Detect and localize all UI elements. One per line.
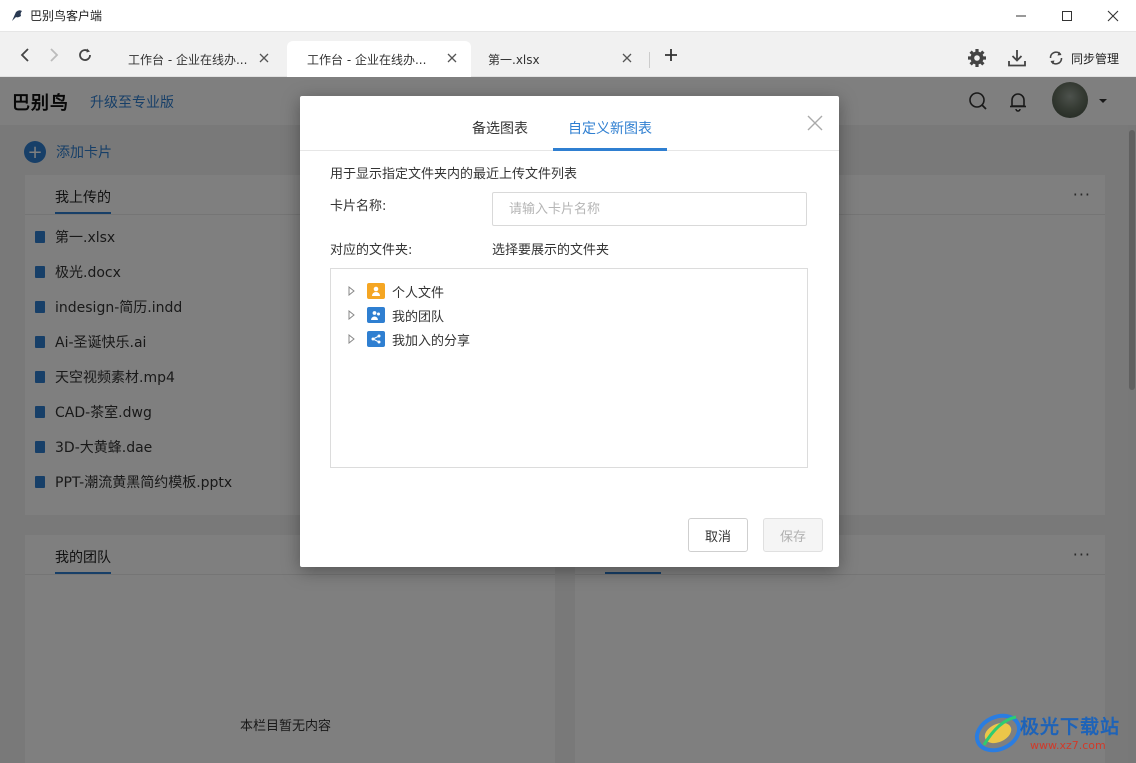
window-controls [998, 0, 1136, 32]
tab-label: 工作台 - 企业在线办... [307, 52, 427, 67]
caret-right-icon[interactable] [347, 286, 355, 296]
card-name-label: 卡片名称: [330, 199, 387, 214]
cancel-button[interactable]: 取消 [688, 518, 748, 552]
folder-label: 对应的文件夹: [330, 243, 413, 258]
tab-preset-charts[interactable]: 备选图表 [472, 118, 528, 138]
folder-tree: 个人文件 我的团队 我加入的分享 [330, 268, 808, 468]
download-icon [1008, 50, 1026, 67]
sync-icon [1049, 51, 1063, 65]
watermark-text: 极光下载站 [1020, 716, 1121, 738]
caret-right-icon[interactable] [347, 310, 355, 320]
back-button[interactable] [16, 46, 34, 64]
active-tab-indicator [553, 148, 667, 151]
close-tab-icon[interactable] [257, 51, 271, 65]
tree-item-shared[interactable]: 我加入的分享 [347, 329, 470, 349]
tree-item-personal[interactable]: 个人文件 [347, 281, 444, 301]
new-tab-button[interactable] [662, 46, 680, 64]
maximize-button[interactable] [1044, 0, 1090, 32]
reload-button[interactable] [76, 46, 94, 64]
sync-manage-button[interactable]: 同步管理 [1047, 48, 1136, 68]
card-name-input[interactable] [492, 192, 807, 226]
title-bar: 巴别鸟客户端 [0, 0, 1136, 32]
tab-label: 第一.xlsx [488, 52, 540, 67]
tab-custom-chart[interactable]: 自定义新图表 [568, 118, 652, 138]
tab-label: 工作台 - 企业在线办... [128, 52, 248, 67]
tree-label: 我的团队 [392, 309, 445, 325]
minimize-icon [1016, 15, 1026, 17]
tree-label: 个人文件 [392, 285, 445, 301]
close-tab-icon[interactable] [620, 51, 634, 65]
gear-icon [968, 49, 986, 67]
custom-chart-dialog: 备选图表 自定义新图表 用于显示指定文件夹内的最近上传文件列表 卡片名称: 对应… [300, 96, 839, 567]
app-logo-icon [12, 9, 22, 21]
save-button[interactable]: 保存 [763, 518, 823, 552]
tree-item-team[interactable]: 我的团队 [347, 305, 444, 325]
window-title: 巴别鸟客户端 [30, 9, 103, 23]
person-folder-icon [367, 283, 385, 299]
share-folder-icon [367, 331, 385, 347]
tree-label: 我加入的分享 [392, 333, 471, 349]
plus-icon [665, 49, 677, 61]
reload-icon [79, 48, 91, 61]
close-icon [1107, 10, 1119, 22]
team-folder-icon [367, 307, 385, 323]
sync-label: 同步管理 [1071, 51, 1120, 66]
tab-xlsx[interactable]: 第一.xlsx [468, 41, 646, 77]
dialog-description: 用于显示指定文件夹内的最近上传文件列表 [330, 167, 578, 182]
tab-bar: 工作台 - 企业在线办... 工作台 - 企业在线办... 第一.xlsx 同步… [0, 32, 1136, 77]
chevron-right-icon [50, 48, 59, 62]
tab-separator [649, 52, 650, 68]
watermark-url: www.xz7.com [1030, 739, 1106, 752]
forward-button[interactable] [45, 46, 63, 64]
close-icon[interactable] [806, 114, 824, 132]
tab-workbench-2[interactable]: 工作台 - 企业在线办... [287, 41, 471, 77]
close-tab-icon[interactable] [445, 51, 459, 65]
chevron-left-icon [20, 48, 29, 62]
settings-button[interactable] [967, 48, 987, 68]
maximize-icon [1062, 11, 1072, 21]
minimize-button[interactable] [998, 0, 1044, 32]
folder-hint: 选择要展示的文件夹 [492, 243, 610, 258]
tab-workbench-1[interactable]: 工作台 - 企业在线办... [108, 41, 283, 77]
close-window-button[interactable] [1090, 0, 1136, 32]
download-button[interactable] [1007, 48, 1027, 68]
dialog-tabs: 备选图表 自定义新图表 [300, 96, 839, 151]
caret-right-icon[interactable] [347, 334, 355, 344]
